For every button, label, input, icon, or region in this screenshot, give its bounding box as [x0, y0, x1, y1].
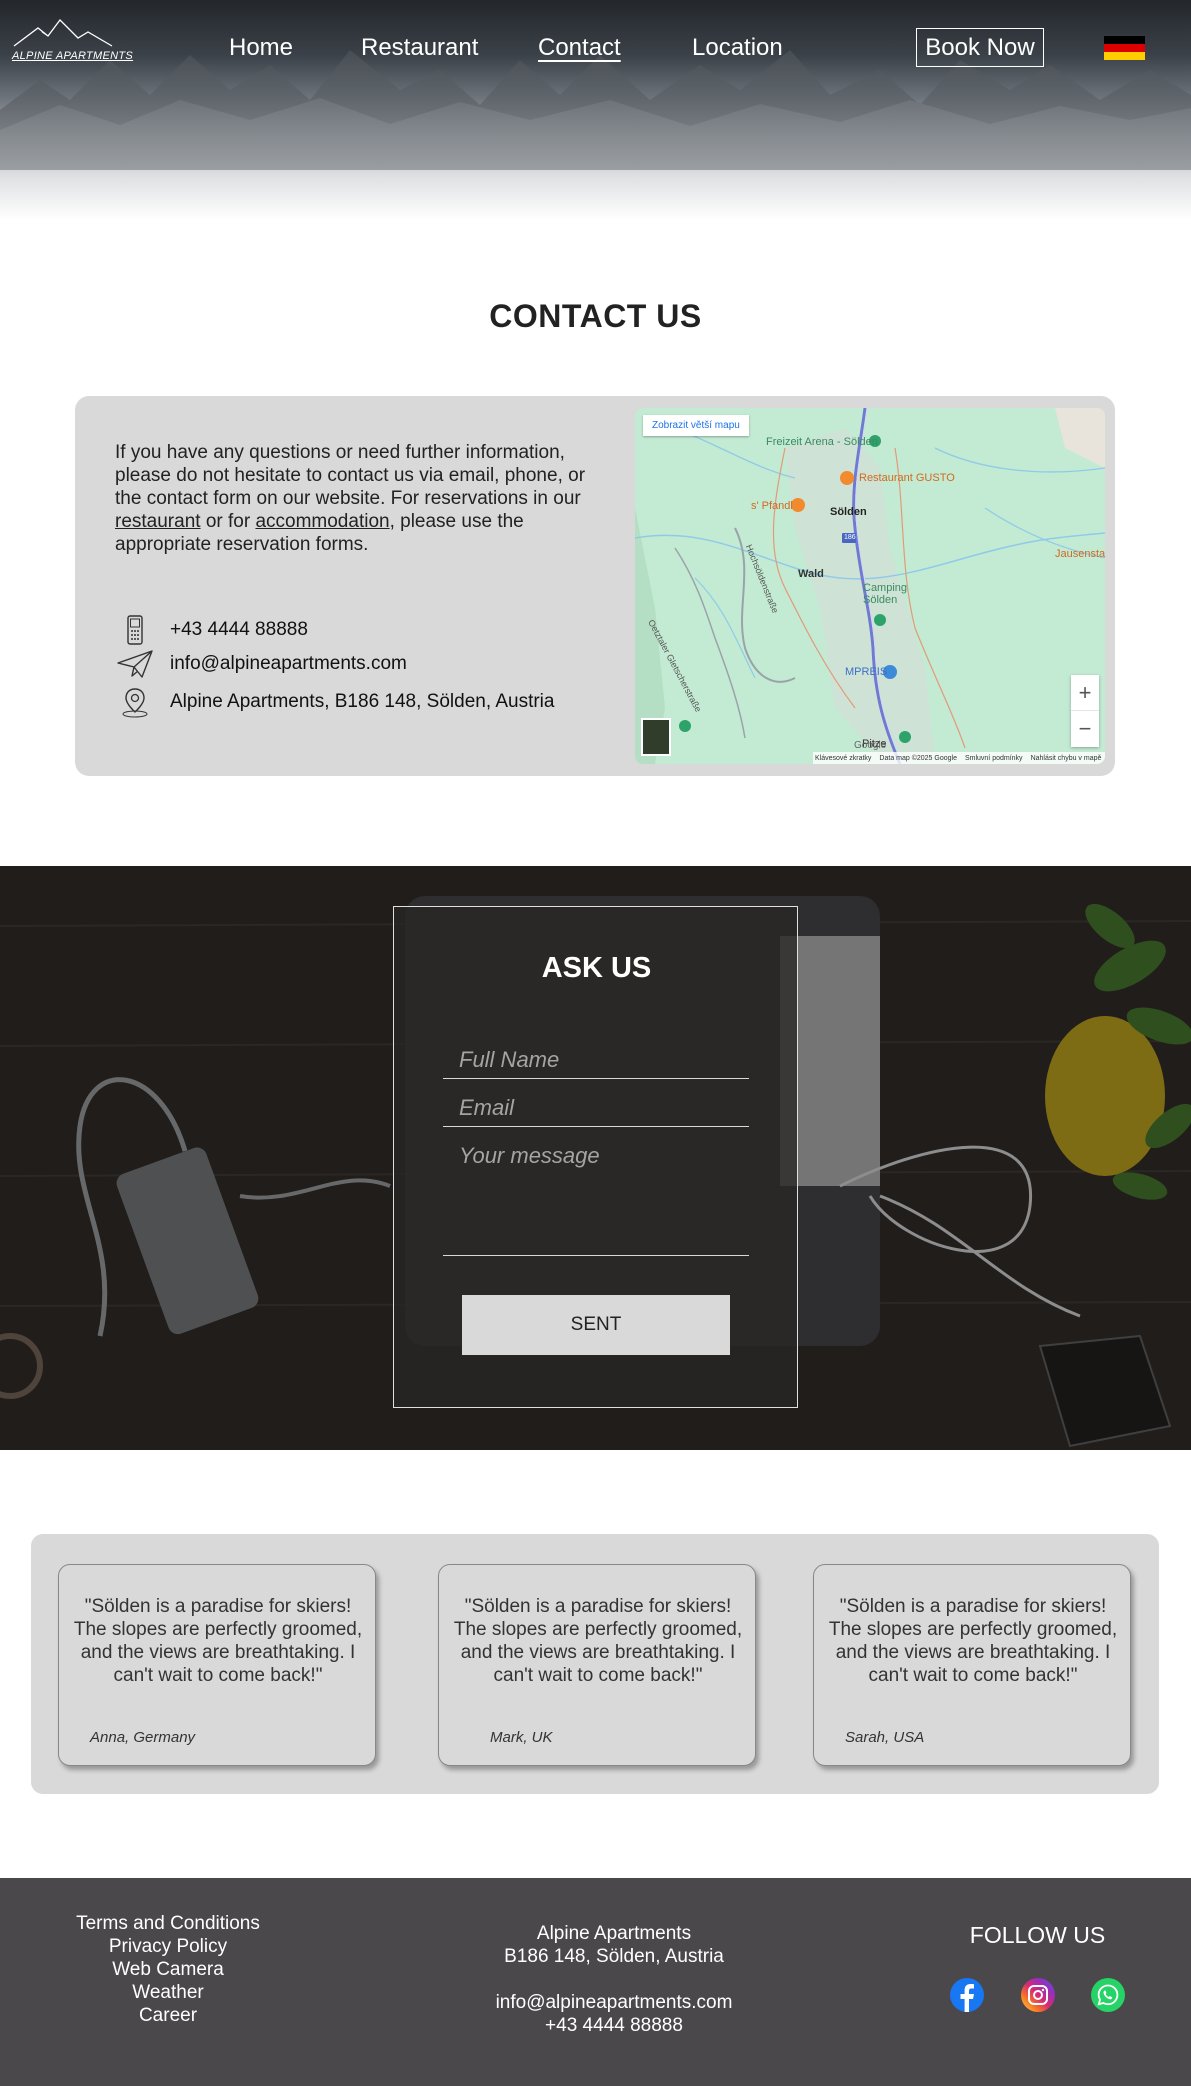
google-logo: Google [854, 740, 887, 751]
phone-icon [115, 614, 155, 646]
map-label: Sölden [830, 506, 867, 518]
testimonial-card: "Sölden is a paradise for skiers! The sl… [438, 1564, 756, 1766]
map-zoom-controls: + − [1071, 675, 1099, 747]
paper-plane-icon [115, 648, 155, 680]
map-label: s' Pfandl [751, 500, 793, 512]
follow-us-title: FOLLOW US [969, 1922, 1106, 1948]
ask-us-section: ASK US Full Name Email Your message SENT [0, 866, 1191, 1450]
contact-intro: If you have any questions or need furthe… [115, 441, 595, 556]
terms-link[interactable]: Smluvní podmínky [965, 755, 1023, 762]
map-layer-thumbnail[interactable] [641, 718, 671, 756]
web-camera-link[interactable]: Web Camera [40, 1958, 296, 1981]
zoom-out-button[interactable]: − [1071, 711, 1099, 747]
footer: Terms and Conditions Privacy Policy Web … [0, 1878, 1191, 2086]
testimonial-quote: "Sölden is a paradise for skiers! The sl… [73, 1596, 363, 1686]
email-address[interactable]: info@alpineapartments.com [170, 653, 407, 675]
nav-location[interactable]: Location [692, 34, 783, 62]
contact-intro-text: or for [200, 511, 256, 532]
footer-email[interactable]: info@alpineapartments.com [414, 1991, 814, 2014]
address-row: Alpine Apartments, B186 148, Sölden, Aus… [115, 686, 554, 718]
report-error-link[interactable]: Nahlásit chybu v mapě [1031, 755, 1102, 762]
ask-us-title: ASK US [541, 952, 652, 984]
footer-contact: Alpine Apartments B186 148, Sölden, Aust… [414, 1922, 814, 2037]
phone-number[interactable]: +43 4444 88888 [170, 619, 308, 641]
full-name-input[interactable]: Full Name [443, 1043, 749, 1079]
map-label: MPREIS [845, 666, 888, 678]
map-data-credit: Data map ©2025 Google [879, 754, 957, 762]
keyboard-shortcuts-link[interactable]: Klávesové zkratky [815, 755, 871, 762]
map-label: Wald [798, 568, 824, 580]
terms-link[interactable]: Terms and Conditions [40, 1912, 296, 1935]
testimonial-author: Anna, Germany [90, 1729, 196, 1746]
mountain-logo-icon [13, 19, 113, 47]
flag-de-icon[interactable] [1104, 36, 1145, 60]
map-label: 186 [844, 534, 856, 541]
testimonial-card: "Sölden is a paradise for skiers! The sl… [58, 1564, 376, 1766]
facebook-icon[interactable] [950, 1978, 984, 2012]
footer-phone[interactable]: +43 4444 88888 [414, 2014, 814, 2037]
contact-card: If you have any questions or need furthe… [75, 396, 1115, 776]
logo-text: ALPINE APARTMENTS [12, 50, 134, 62]
logo[interactable]: ALPINE APARTMENTS [8, 18, 133, 66]
email-row: info@alpineapartments.com [115, 648, 407, 680]
location-pin-icon [115, 686, 155, 718]
contact-intro-text: If you have any questions or need furthe… [115, 442, 586, 509]
view-larger-map-button[interactable]: Zobrazit větší mapu [643, 415, 749, 436]
map-label: Restaurant GUSTO [859, 472, 955, 484]
company-name: Alpine Apartments [536, 1923, 692, 1944]
weather-link[interactable]: Weather [40, 1981, 296, 2004]
address-text: Alpine Apartments, B186 148, Sölden, Aus… [170, 691, 555, 712]
ask-us-form: ASK US Full Name Email Your message SENT [393, 906, 798, 1408]
map-label: Camping Sölden [863, 582, 908, 606]
career-link[interactable]: Career [40, 2004, 296, 2027]
testimonial-author: Sarah, USA [845, 1729, 925, 1746]
privacy-policy-link[interactable]: Privacy Policy [40, 1935, 296, 1958]
page-title: CONTACT US [489, 298, 702, 334]
company-address: B186 148, Sölden, Austria [504, 1946, 724, 1967]
message-textarea[interactable]: Your message [443, 1139, 749, 1256]
send-button[interactable]: SENT [462, 1295, 730, 1355]
map-label: Jausenstatio [1055, 548, 1105, 560]
phone-row: +43 4444 88888 [115, 614, 308, 646]
header-hero: ALPINE APARTMENTS Home Restaurant Contac… [0, 0, 1191, 220]
testimonial-quote: "Sölden is a paradise for skiers! The sl… [828, 1596, 1118, 1686]
book-now-button[interactable]: Book Now [916, 28, 1044, 67]
embedded-map[interactable]: Freizeit Arena - Sölden Restaurant GUSTO… [635, 408, 1105, 764]
testimonial-quote: "Sölden is a paradise for skiers! The sl… [453, 1596, 743, 1686]
instagram-icon[interactable] [1021, 1978, 1055, 2012]
nav-home[interactable]: Home [229, 34, 293, 62]
restaurant-link[interactable]: restaurant [115, 511, 201, 532]
zoom-in-button[interactable]: + [1071, 675, 1099, 711]
map-label: Freizeit Arena - Sölden [766, 436, 878, 448]
testimonial-author: Mark, UK [490, 1729, 553, 1746]
nav-restaurant[interactable]: Restaurant [361, 34, 478, 62]
map-footer: Klávesové zkratky Data map ©2025 Google … [813, 752, 1105, 764]
whatsapp-icon[interactable] [1091, 1978, 1125, 2012]
testimonials-section: "Sölden is a paradise for skiers! The sl… [31, 1534, 1159, 1794]
accommodation-link[interactable]: accommodation [255, 511, 389, 532]
testimonial-card: "Sölden is a paradise for skiers! The sl… [813, 1564, 1131, 1766]
email-input[interactable]: Email [443, 1091, 749, 1127]
footer-links: Terms and Conditions Privacy Policy Web … [40, 1912, 296, 2027]
nav-contact[interactable]: Contact [538, 34, 621, 62]
